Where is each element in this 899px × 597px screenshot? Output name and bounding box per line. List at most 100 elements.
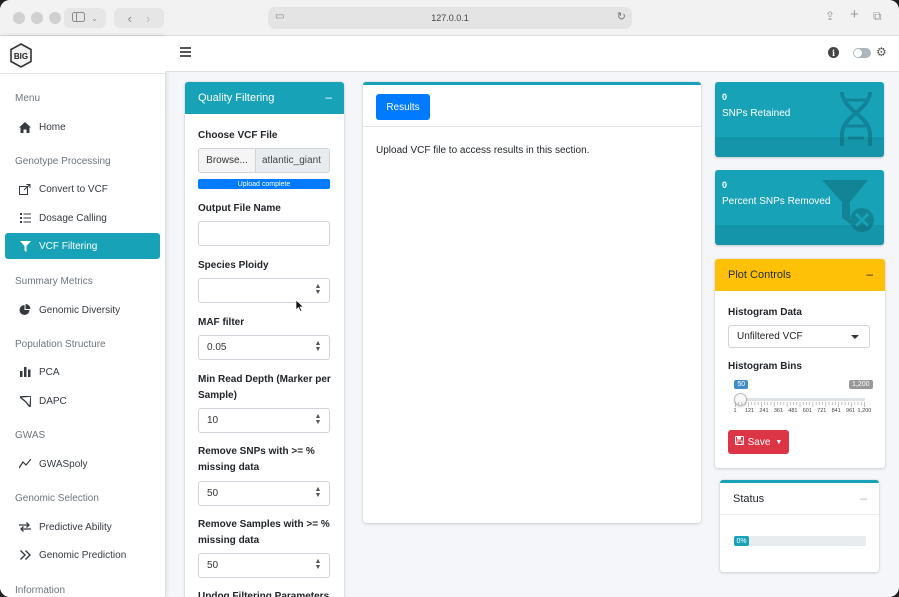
output-file-label: Output File Name bbox=[198, 201, 338, 217]
vcf-file-label: Choose VCF File bbox=[198, 128, 338, 144]
sidebar-item-predictive-ability[interactable]: Predictive Ability bbox=[5, 514, 160, 540]
collapse-button[interactable]: – bbox=[866, 267, 873, 281]
status-progress-bar: 0% bbox=[734, 536, 866, 546]
zoom-window-button[interactable] bbox=[49, 12, 61, 24]
slider-tick-label: 121 bbox=[745, 408, 754, 414]
output-file-input[interactable] bbox=[198, 221, 330, 246]
quality-filtering-title: Quality Filtering bbox=[198, 92, 274, 104]
plot-controls-header: Plot Controls – bbox=[715, 259, 885, 291]
sidebar-item-vcf-filtering[interactable]: VCF Filtering bbox=[5, 233, 160, 259]
logo-text: BIG bbox=[14, 52, 28, 61]
number-spinner-icon[interactable]: ▲▼ bbox=[314, 341, 322, 354]
bins-slider-track[interactable] bbox=[735, 398, 865, 401]
dark-mode-toggle[interactable] bbox=[853, 48, 871, 58]
history-nav-buttons: ‹ › bbox=[114, 8, 164, 28]
sidebar-item-gwaspoly[interactable]: GWASpoly bbox=[5, 451, 160, 477]
snps-missing-label: Remove SNPs with >= % missing data bbox=[198, 444, 338, 476]
number-spinner-icon[interactable]: ▲▼ bbox=[314, 414, 322, 427]
sidebar: BIG Menu Home Genotype Processing Conver… bbox=[0, 36, 165, 597]
updog-parameters-label[interactable]: Updog Filtering Parameters bbox=[198, 589, 338, 597]
number-spinner-icon[interactable]: ▲▼ bbox=[314, 284, 322, 297]
big-logo[interactable]: BIG bbox=[9, 43, 33, 68]
gear-icon[interactable]: ⚙ bbox=[876, 45, 887, 59]
sidebar-item-dapc[interactable]: DAPC bbox=[5, 388, 160, 414]
browse-button[interactable]: Browse... bbox=[199, 149, 256, 172]
sidebar-item-label: Predictive Ability bbox=[39, 522, 112, 533]
sidebar-item-label: VCF Filtering bbox=[39, 241, 97, 252]
histogram-data-select[interactable]: Unfiltered VCF bbox=[728, 325, 870, 348]
read-depth-input[interactable]: 10 ▲▼ bbox=[198, 408, 330, 433]
dna-icon bbox=[836, 90, 876, 148]
minimize-window-button[interactable] bbox=[31, 12, 43, 24]
browser-window: ⌄ ‹ › ▭ 127.0.0.1 ↻ ⇪ + ⧉ BIG Menu Home … bbox=[0, 0, 899, 597]
quality-filtering-header: Quality Filtering – bbox=[185, 82, 344, 114]
samples-missing-value: 50 bbox=[207, 560, 218, 571]
quality-filtering-card: Quality Filtering – Choose VCF File Brow… bbox=[185, 82, 344, 597]
sidebar-item-label: Convert to VCF bbox=[39, 184, 108, 195]
collapse-button[interactable]: – bbox=[325, 90, 332, 104]
snps-missing-value: 50 bbox=[207, 488, 218, 499]
file-name-display: atlantic_giant bbox=[256, 149, 329, 172]
snps-retained-value: 0 bbox=[722, 92, 727, 102]
sidebar-brand: BIG bbox=[0, 36, 165, 74]
slider-tick-label: 361 bbox=[774, 408, 783, 414]
results-card: Results Upload VCF file to access result… bbox=[363, 82, 701, 523]
sidebar-item-dosage-calling[interactable]: Dosage Calling bbox=[5, 205, 160, 231]
tab-results[interactable]: Results bbox=[376, 94, 430, 120]
maf-filter-label: MAF filter bbox=[198, 315, 338, 331]
number-spinner-icon[interactable]: ▲▼ bbox=[314, 487, 322, 500]
hamburger-menu-icon[interactable] bbox=[180, 47, 191, 56]
convert-icon bbox=[17, 184, 33, 195]
address-bar[interactable]: ▭ 127.0.0.1 ↻ bbox=[268, 7, 632, 29]
sidebar-item-label: DAPC bbox=[39, 396, 67, 407]
tabs-overview-icon[interactable]: ⧉ bbox=[873, 9, 882, 24]
upload-progress-bar: Upload complete bbox=[198, 179, 330, 189]
url-text: 127.0.0.1 bbox=[431, 13, 469, 23]
slider-tick-label: 841 bbox=[832, 408, 841, 414]
collapse-button[interactable]: – bbox=[860, 491, 867, 505]
bins-value-badge: 50 bbox=[734, 380, 748, 389]
plot-controls-card: Plot Controls – Histogram Data Unfiltere… bbox=[715, 259, 885, 468]
ploidy-input[interactable]: ▲▼ bbox=[198, 278, 330, 303]
line-chart-icon bbox=[17, 459, 33, 469]
number-spinner-icon[interactable]: ▲▼ bbox=[314, 559, 322, 572]
close-window-button[interactable] bbox=[13, 12, 25, 24]
plot-controls-title: Plot Controls bbox=[728, 269, 791, 281]
nav-heading-population-structure: Population Structure bbox=[15, 339, 106, 350]
sidebar-toggle-button[interactable]: ⌄ bbox=[64, 8, 106, 28]
percent-removed-box: 0 Percent SNPs Removed bbox=[715, 170, 884, 245]
nav-heading-information: Information bbox=[15, 585, 65, 596]
slider-tick-label: 961 bbox=[846, 408, 855, 414]
mouse-cursor-icon bbox=[296, 300, 304, 312]
snps-missing-input[interactable]: 50 ▲▼ bbox=[198, 481, 330, 506]
sidebar-item-label: Genomic Prediction bbox=[39, 550, 126, 561]
vcf-file-input[interactable]: Browse... atlantic_giant bbox=[198, 148, 330, 173]
snps-retained-box: 0 SNPs Retained bbox=[715, 82, 884, 157]
bins-max-badge: 1,200 bbox=[849, 380, 873, 389]
slider-tick-label: 721 bbox=[817, 408, 826, 414]
save-button[interactable]: Save ▼ bbox=[728, 430, 789, 454]
nav-heading-genomic-selection: Genomic Selection bbox=[15, 493, 99, 504]
forward-icon[interactable]: › bbox=[146, 11, 150, 26]
dropdown-caret-icon bbox=[851, 335, 859, 339]
samples-missing-input[interactable]: 50 ▲▼ bbox=[198, 553, 330, 578]
maf-filter-input[interactable]: 0.05 ▲▼ bbox=[198, 335, 330, 360]
status-header: Status – bbox=[720, 483, 879, 515]
sidebar-item-genomic-prediction[interactable]: Genomic Prediction bbox=[5, 542, 160, 568]
filter-icon bbox=[17, 241, 33, 252]
sidebar-item-pca[interactable]: PCA bbox=[5, 359, 160, 385]
sidebar-item-home[interactable]: Home bbox=[5, 114, 160, 140]
slider-tick-label: 601 bbox=[803, 408, 812, 414]
back-icon[interactable]: ‹ bbox=[128, 11, 132, 26]
info-icon[interactable]: i bbox=[828, 47, 839, 58]
histogram-data-value: Unfiltered VCF bbox=[737, 331, 803, 342]
nav-heading-summary-metrics: Summary Metrics bbox=[15, 276, 93, 287]
share-icon[interactable]: ⇪ bbox=[825, 9, 835, 23]
list-icon bbox=[17, 213, 33, 223]
reload-icon[interactable]: ↻ bbox=[617, 10, 626, 23]
slider-tick-label: 1,200 bbox=[858, 408, 872, 414]
sidebar-item-convert-to-vcf[interactable]: Convert to VCF bbox=[5, 176, 160, 202]
new-tab-icon[interactable]: + bbox=[850, 6, 859, 23]
sidebar-item-genomic-diversity[interactable]: Genomic Diversity bbox=[5, 297, 160, 323]
percent-removed-label: Percent SNPs Removed bbox=[722, 196, 830, 207]
